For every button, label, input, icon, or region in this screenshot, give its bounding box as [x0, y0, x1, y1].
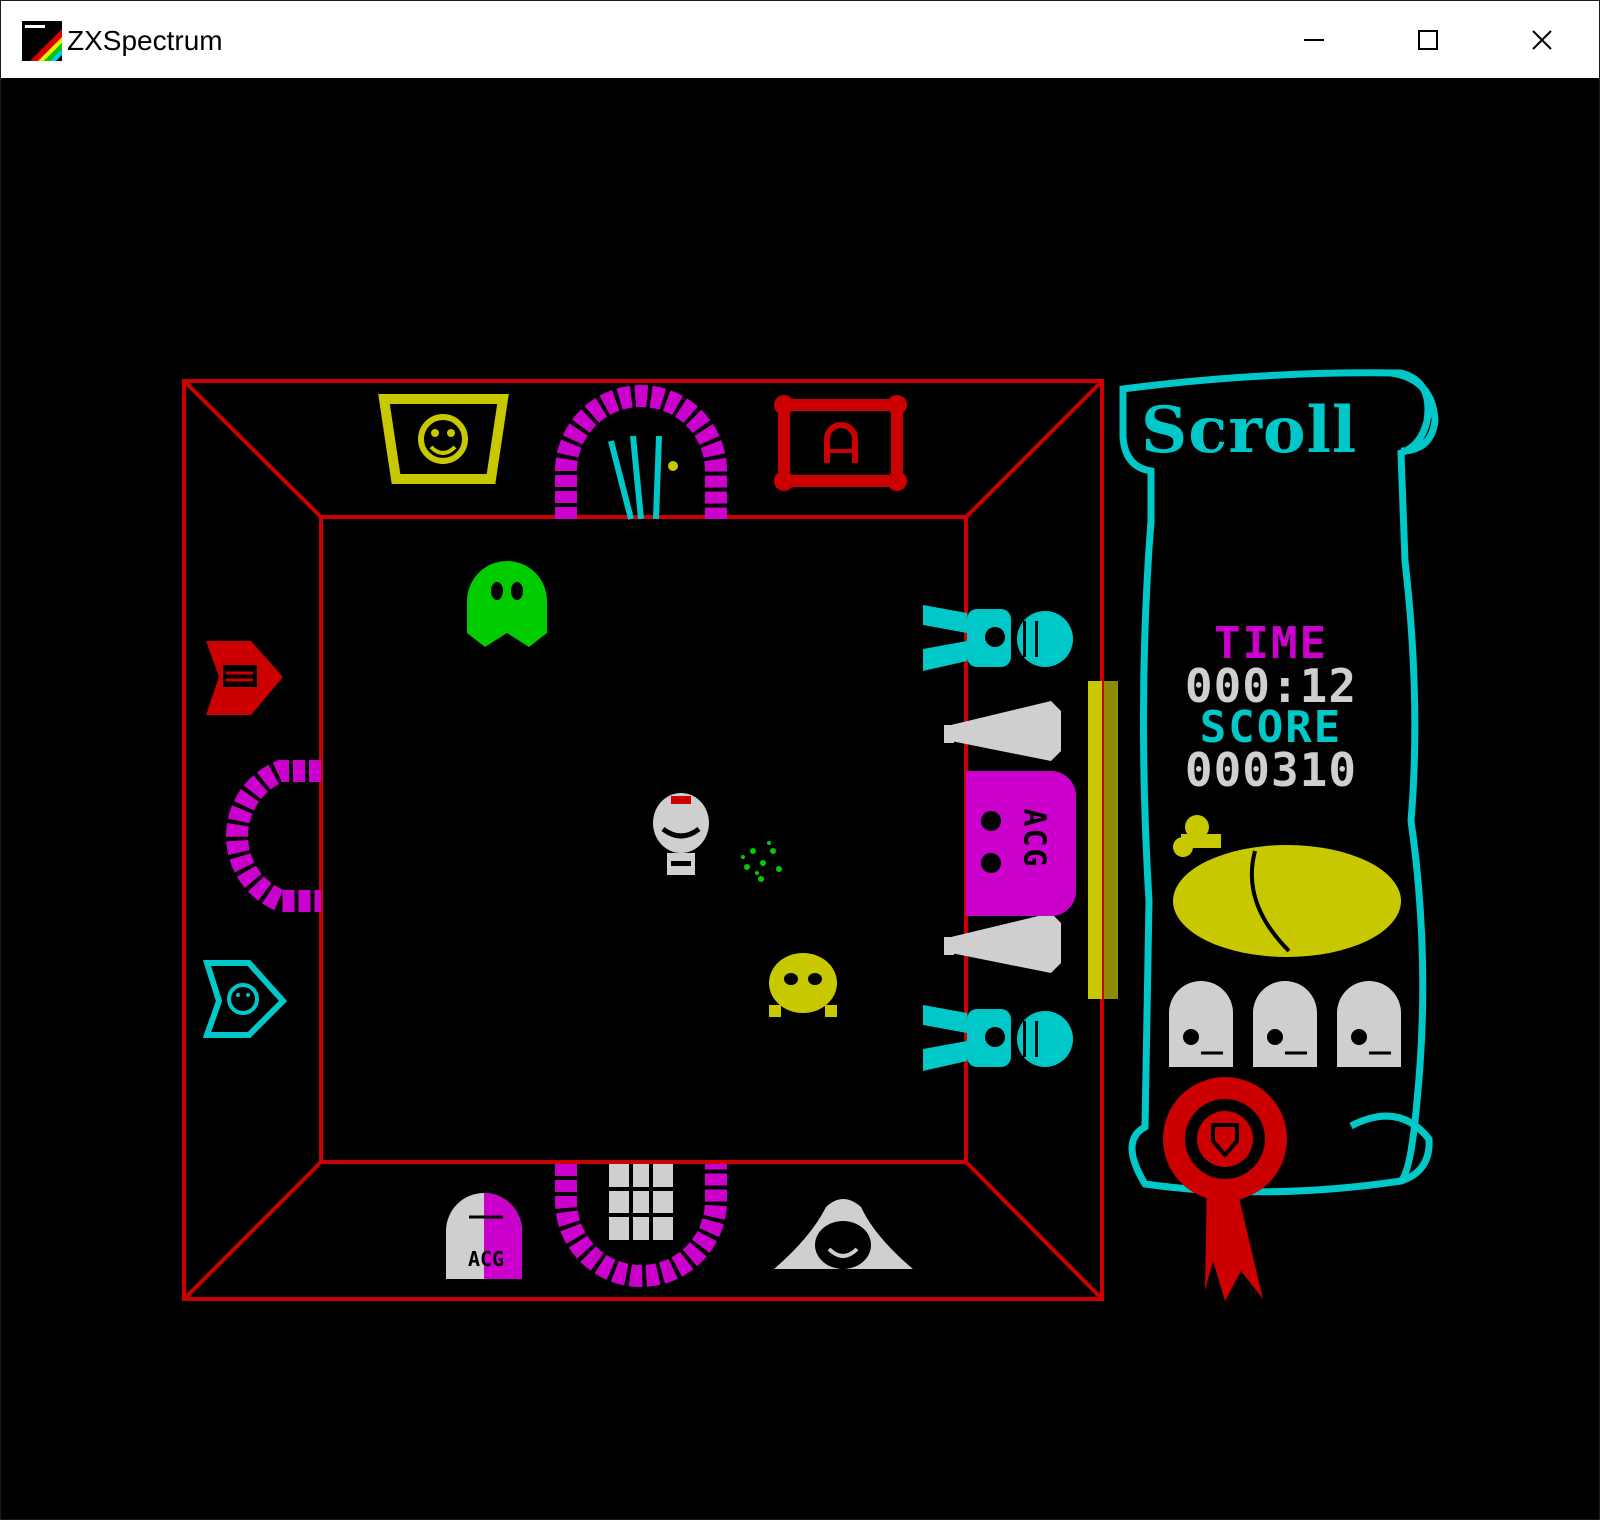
roast-chicken-energy [1173, 815, 1401, 957]
trumpet-upper [944, 701, 1061, 761]
app-window: ZXSpectrum Scroll TIME 000:12 SCORE 0003… [0, 0, 1600, 1520]
knight-player[interactable] [653, 793, 709, 875]
knight-armor-top [923, 605, 1073, 671]
shield-red [206, 641, 283, 715]
time-value: 000:12 [1184, 659, 1358, 713]
scroll-title: Scroll [1141, 393, 1358, 468]
life-icon [1253, 981, 1317, 1067]
hooded-monk [774, 1199, 913, 1269]
door-sign-right: ACG [1016, 808, 1052, 869]
trumpet-lower [944, 913, 1061, 973]
shield-cyan [202, 960, 288, 1038]
portrait-frame-red [774, 395, 907, 491]
magic-sparkle [741, 841, 782, 882]
life-icon [1169, 981, 1233, 1067]
portrait-frame-yellow [378, 394, 509, 484]
score-value: 000310 [1184, 743, 1358, 797]
door-sign-bottom: ACG [467, 1247, 505, 1271]
knight-armor-bottom [923, 1005, 1073, 1071]
cave-door-bottom [555, 1164, 727, 1287]
pumpkin-enemy-yellow [769, 953, 837, 1017]
cave-door-top [555, 385, 727, 520]
status-hud: TIME 000:12 SCORE 000310 [1146, 622, 1396, 797]
lives-remaining [1169, 981, 1401, 1067]
cave-door-left [225, 760, 321, 912]
life-icon [1337, 981, 1401, 1067]
ghost-enemy-green [467, 561, 547, 647]
